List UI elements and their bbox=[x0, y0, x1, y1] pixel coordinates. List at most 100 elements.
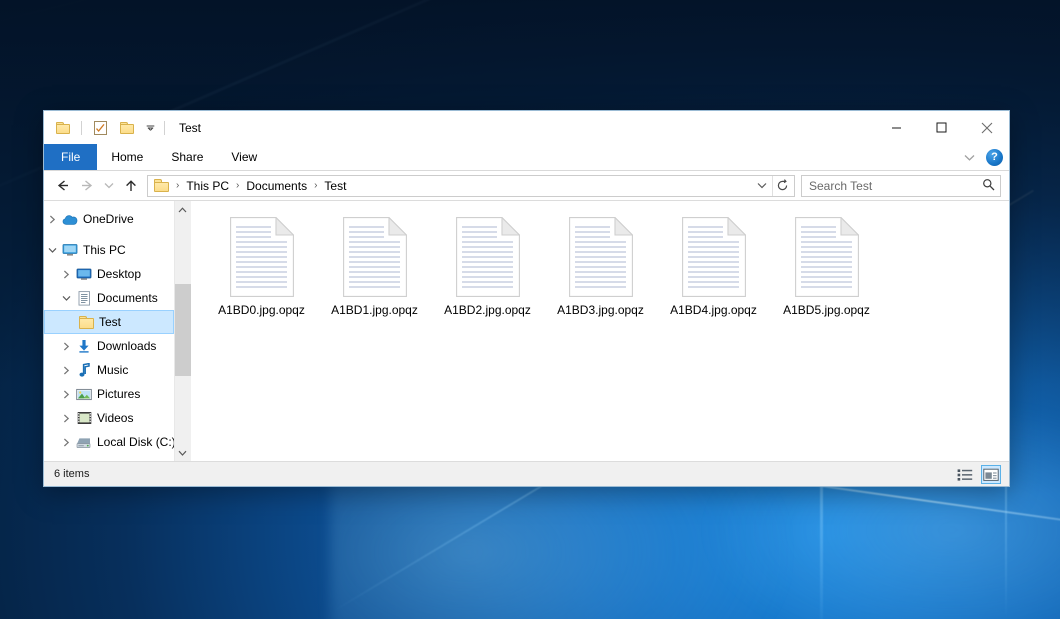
file-name: A1BD3.jpg.opqz bbox=[557, 303, 644, 317]
maximize-button[interactable] bbox=[919, 111, 964, 144]
breadcrumb-folder-icon[interactable] bbox=[151, 179, 173, 192]
chevron-right-icon[interactable] bbox=[58, 262, 74, 286]
search-box[interactable] bbox=[801, 175, 1001, 197]
navigation-pane-scrollbar[interactable] bbox=[174, 201, 190, 461]
sidebar-item-documents[interactable]: Documents bbox=[44, 286, 174, 310]
file-item[interactable]: A1BD4.jpg.opqz bbox=[657, 211, 770, 321]
breadcrumb-item-this-pc[interactable]: This PC bbox=[182, 178, 233, 194]
music-icon bbox=[74, 358, 94, 382]
scrollbar-track[interactable] bbox=[175, 218, 191, 444]
file-list-pane[interactable]: A1BD0.jpg.opqz bbox=[191, 201, 1009, 461]
help-button[interactable]: ? bbox=[986, 149, 1003, 166]
chevron-down-icon[interactable] bbox=[44, 238, 60, 262]
tab-share[interactable]: Share bbox=[157, 144, 217, 170]
file-item[interactable]: A1BD1.jpg.opqz bbox=[318, 211, 431, 321]
address-dropdown-chevron-icon[interactable] bbox=[752, 176, 772, 196]
recent-locations-chevron-icon[interactable] bbox=[100, 173, 118, 198]
address-bar-tools bbox=[752, 176, 794, 196]
tab-view[interactable]: View bbox=[217, 144, 271, 170]
breadcrumb-bar[interactable]: › This PC › Documents › Test bbox=[147, 175, 795, 197]
sidebar-item-local-disk-c[interactable]: Local Disk (C:) bbox=[44, 430, 174, 454]
pictures-icon bbox=[74, 382, 94, 406]
chevron-right-icon[interactable] bbox=[58, 382, 74, 406]
breadcrumb-item-test[interactable]: Test bbox=[320, 178, 350, 194]
sidebar-item-label: Local Disk (C:) bbox=[94, 435, 174, 449]
file-name: A1BD2.jpg.opqz bbox=[444, 303, 531, 317]
scrollbar-thumb[interactable] bbox=[175, 284, 191, 377]
sidebar-item-label: This PC bbox=[80, 243, 126, 257]
drive-icon bbox=[74, 430, 94, 454]
qat-new-folder-icon[interactable] bbox=[116, 117, 138, 139]
scroll-down-icon[interactable] bbox=[175, 444, 191, 461]
window-controls bbox=[874, 111, 1009, 144]
qat-separator-1 bbox=[81, 121, 82, 135]
file-explorer-window: Test File Home Share View bbox=[43, 110, 1010, 487]
search-input[interactable] bbox=[809, 179, 982, 193]
file-name: A1BD4.jpg.opqz bbox=[670, 303, 757, 317]
file-item[interactable]: A1BD5.jpg.opqz bbox=[770, 211, 883, 321]
chevron-right-icon[interactable] bbox=[58, 430, 74, 454]
generic-file-icon bbox=[682, 215, 746, 299]
sidebar-item-label: Test bbox=[96, 315, 121, 329]
file-name: A1BD5.jpg.opqz bbox=[783, 303, 870, 317]
ribbon-collapse-chevron-down-icon[interactable] bbox=[960, 154, 978, 161]
title-bar: Test bbox=[44, 111, 1009, 144]
large-icons-view-button[interactable] bbox=[981, 465, 1001, 484]
sidebar-item-label: Videos bbox=[94, 411, 133, 425]
ribbon-tab-bar: File Home Share View ? bbox=[44, 144, 1009, 171]
file-item[interactable]: A1BD0.jpg.opqz bbox=[205, 211, 318, 321]
minimize-button[interactable] bbox=[874, 111, 919, 144]
breadcrumb-separator-0[interactable]: › bbox=[173, 180, 182, 191]
qat-separator-2 bbox=[164, 121, 165, 135]
sidebar-item-this-pc[interactable]: This PC bbox=[44, 238, 174, 262]
generic-file-icon bbox=[569, 215, 633, 299]
up-arrow-icon[interactable] bbox=[118, 173, 143, 198]
sidebar-item-pictures[interactable]: Pictures bbox=[44, 382, 174, 406]
sidebar-item-desktop[interactable]: Desktop bbox=[44, 262, 174, 286]
search-icon[interactable] bbox=[982, 178, 995, 194]
chevron-right-icon[interactable] bbox=[58, 358, 74, 382]
cloud-icon bbox=[60, 207, 80, 231]
tab-home[interactable]: Home bbox=[97, 144, 157, 170]
scroll-up-icon[interactable] bbox=[175, 201, 191, 218]
download-icon bbox=[74, 334, 94, 358]
sidebar-item-downloads[interactable]: Downloads bbox=[44, 334, 174, 358]
navigation-pane: OneDrive This PC bbox=[44, 201, 191, 461]
sidebar-item-test[interactable]: Test bbox=[44, 310, 174, 334]
breadcrumb-separator-1[interactable]: › bbox=[233, 180, 242, 191]
sidebar-item-onedrive[interactable]: OneDrive bbox=[44, 207, 174, 231]
details-view-button[interactable] bbox=[955, 465, 975, 484]
qat-customize-chevron-icon[interactable] bbox=[143, 117, 157, 139]
tab-file[interactable]: File bbox=[44, 144, 97, 170]
monitor-icon bbox=[60, 238, 80, 262]
chevron-right-icon[interactable] bbox=[58, 334, 74, 358]
sidebar-item-label: OneDrive bbox=[80, 212, 134, 226]
file-grid: A1BD0.jpg.opqz bbox=[205, 211, 1009, 321]
ribbon-right-tools: ? bbox=[960, 144, 1003, 171]
file-item[interactable]: A1BD2.jpg.opqz bbox=[431, 211, 544, 321]
chevron-right-icon[interactable] bbox=[44, 207, 60, 231]
file-name: A1BD1.jpg.opqz bbox=[331, 303, 418, 317]
sidebar-item-label: Music bbox=[94, 363, 128, 377]
desktop: Test File Home Share View bbox=[0, 0, 1060, 619]
generic-file-icon bbox=[230, 215, 294, 299]
close-button[interactable] bbox=[964, 111, 1009, 144]
sidebar-item-music[interactable]: Music bbox=[44, 358, 174, 382]
refresh-icon[interactable] bbox=[772, 176, 792, 196]
back-arrow-icon[interactable] bbox=[50, 173, 75, 198]
breadcrumb-item-documents[interactable]: Documents bbox=[242, 178, 311, 194]
sidebar-item-videos[interactable]: Videos bbox=[44, 406, 174, 430]
address-bar: › This PC › Documents › Test bbox=[44, 171, 1009, 200]
forward-arrow-icon bbox=[75, 173, 100, 198]
chevron-right-icon[interactable] bbox=[58, 406, 74, 430]
generic-file-icon bbox=[795, 215, 859, 299]
document-icon bbox=[74, 286, 94, 310]
view-buttons bbox=[955, 462, 1001, 487]
item-count-label: 6 items bbox=[54, 468, 89, 480]
chevron-down-icon[interactable] bbox=[58, 286, 74, 310]
file-item[interactable]: A1BD3.jpg.opqz bbox=[544, 211, 657, 321]
qat-properties-icon[interactable] bbox=[89, 117, 111, 139]
window-title: Test bbox=[179, 121, 201, 135]
breadcrumb-separator-2[interactable]: › bbox=[311, 180, 320, 191]
qat-folder-icon[interactable] bbox=[52, 117, 74, 139]
